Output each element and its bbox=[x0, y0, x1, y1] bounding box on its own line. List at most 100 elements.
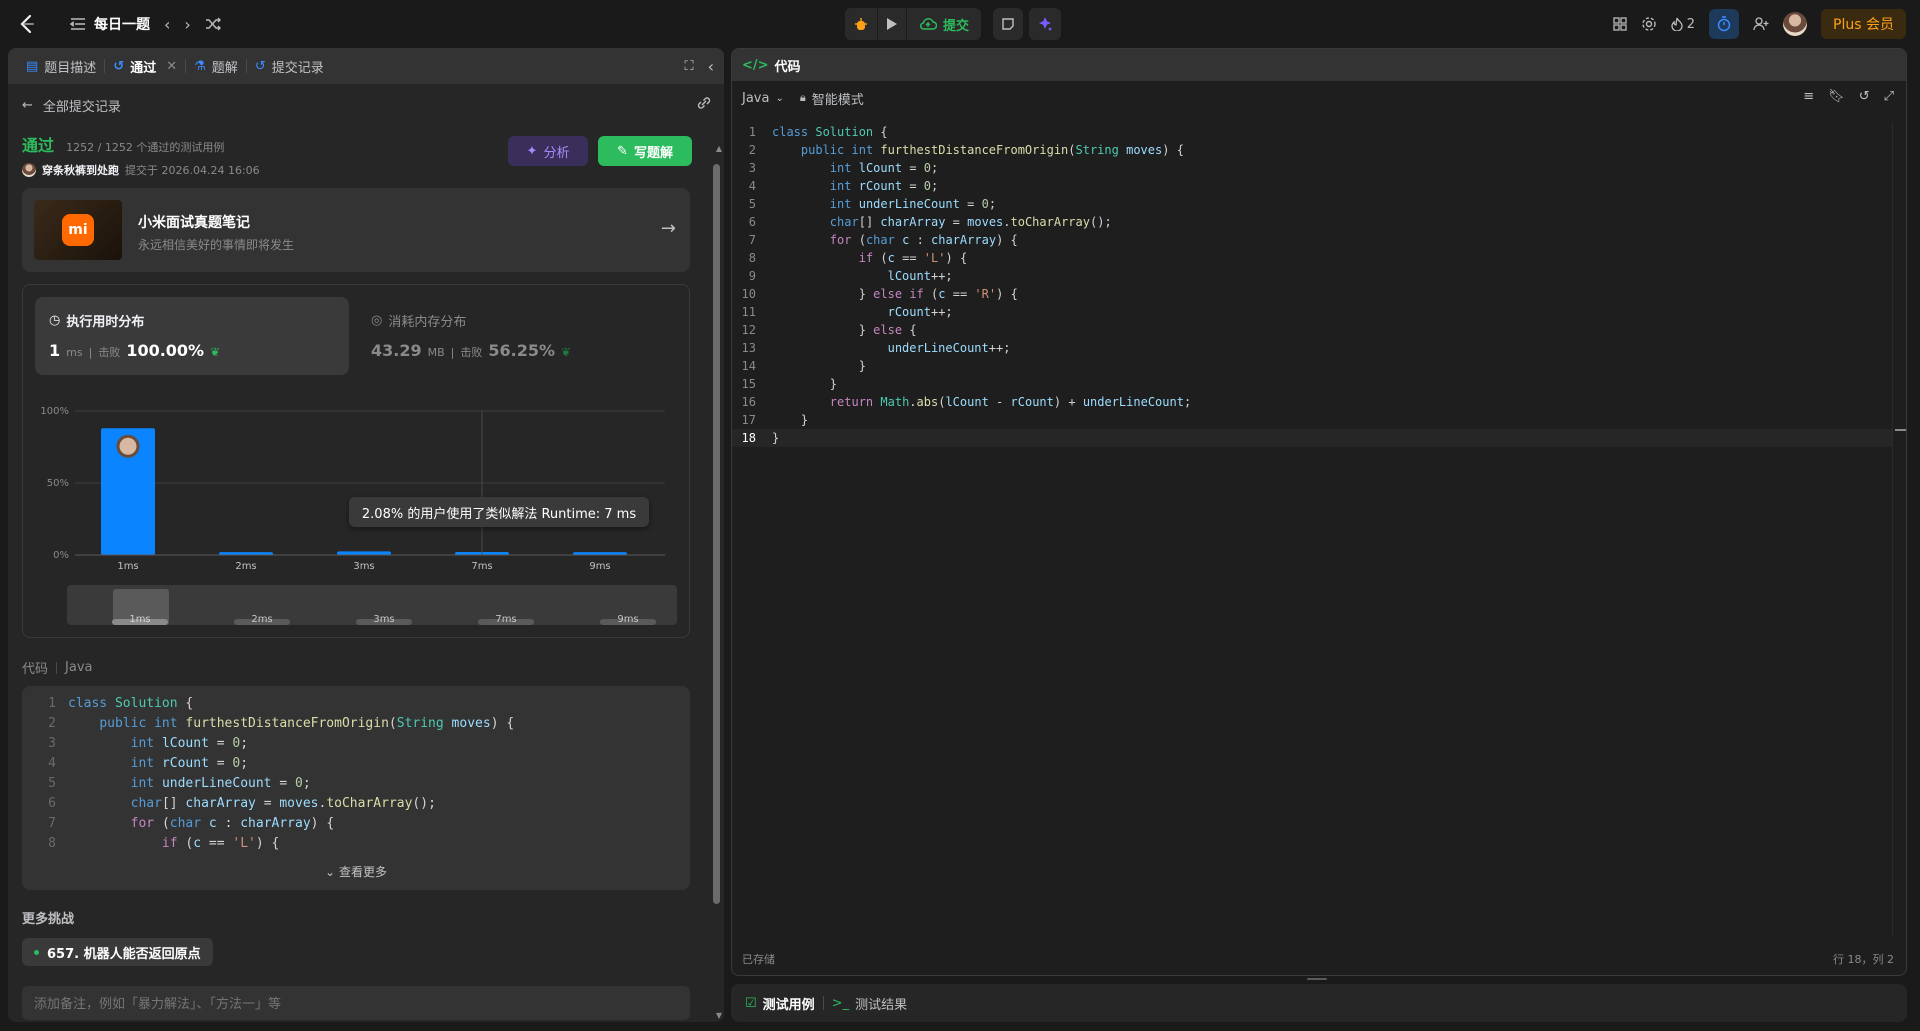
note-button[interactable] bbox=[993, 8, 1024, 40]
scrollbar[interactable] bbox=[713, 164, 720, 904]
runtime-stat[interactable]: ◷ 执行用时分布 1 ms | 击败 100.00% ❦ bbox=[35, 297, 349, 375]
challenge-chip[interactable]: 657. 机器人能否返回原点 bbox=[22, 938, 213, 966]
editor-line[interactable]: 4 int rCount = 0; bbox=[732, 177, 1892, 195]
editor-footer: 已存储 行 18，列 2 bbox=[742, 951, 1894, 967]
timer-icon[interactable] bbox=[1709, 9, 1740, 39]
editor-line[interactable]: 18} bbox=[732, 429, 1892, 447]
line-number: 5 bbox=[48, 776, 56, 791]
y-tick-label: 0% bbox=[53, 550, 69, 561]
memory-icon: ◎ bbox=[371, 313, 383, 328]
submitter-name[interactable]: 穿条秋裤到处跑 bbox=[42, 162, 119, 178]
memory-percentile: 56.25% bbox=[488, 341, 556, 360]
tab-submissions[interactable]: ↺ 提交记录 bbox=[247, 48, 332, 84]
code-text: if (c == 'L') { bbox=[161, 836, 280, 851]
close-tab-icon[interactable]: ✕ bbox=[166, 59, 177, 74]
tab-testcases[interactable]: ☑ 测试用例 bbox=[737, 984, 823, 1022]
code-editor[interactable]: 1 class Solution {2 public int furthestDi… bbox=[732, 123, 1892, 483]
submit-button[interactable]: 提交 bbox=[907, 8, 982, 40]
share-link-icon[interactable] bbox=[696, 96, 712, 110]
panel-resize-handle[interactable] bbox=[1307, 978, 1327, 980]
problem-list-icon[interactable] bbox=[70, 17, 86, 31]
settings-gear-icon[interactable] bbox=[1641, 16, 1657, 32]
promo-banner[interactable]: mi 小米面试真题笔记 永远相信美好的事情即将发生 → bbox=[22, 188, 690, 272]
problem-list-label[interactable]: 每日一题 bbox=[94, 14, 150, 34]
streak-fire-icon[interactable]: 2 bbox=[1671, 17, 1695, 32]
line-number: 13 bbox=[741, 341, 756, 355]
status-accepted: 通过 bbox=[22, 136, 55, 155]
editor-scrollbar[interactable] bbox=[1892, 123, 1906, 937]
line-number: 4 bbox=[748, 179, 756, 193]
expand-icon[interactable]: ⤢ bbox=[1884, 89, 1894, 104]
code-text: int underLineCount = 0; bbox=[130, 776, 311, 791]
tab-solutions[interactable]: ⚗ 题解 bbox=[186, 48, 246, 84]
beat-label: 击败 bbox=[98, 346, 121, 359]
bookmark-icon[interactable]: 🔖︎ bbox=[1828, 89, 1845, 104]
write-solution-button[interactable]: ✎ 写题解 bbox=[598, 136, 692, 166]
editor-line[interactable]: 15 } bbox=[732, 375, 1892, 393]
scroll-down-icon[interactable]: ▼ bbox=[716, 1011, 722, 1020]
test-panel: ☑ 测试用例 >_ 测试结果 bbox=[731, 984, 1907, 1022]
plus-membership-button[interactable]: Plus 会员 bbox=[1821, 9, 1906, 39]
editor-tab-label[interactable]: 代码 bbox=[775, 56, 801, 75]
analyze-button[interactable]: ✦ 分析 bbox=[508, 136, 588, 166]
line-number: 1 bbox=[748, 125, 756, 139]
run-button[interactable] bbox=[878, 8, 906, 40]
editor-line[interactable]: 7 for (char c : charArray) { bbox=[732, 231, 1892, 249]
editor-line[interactable]: 10 } else if (c == 'R') { bbox=[732, 285, 1892, 303]
back-to-submissions[interactable]: ← 全部提交记录 bbox=[22, 96, 121, 115]
code-line: 4 int rCount = 0; bbox=[22, 754, 690, 774]
editor-line[interactable]: 2 public int furthestDistanceFromOrigin(… bbox=[732, 141, 1892, 159]
xiaomi-logo-icon: mi bbox=[62, 214, 94, 246]
range-selector[interactable]: 1ms 2ms 3ms 7ms 9ms bbox=[67, 585, 677, 625]
x-tick-label: 7ms bbox=[471, 561, 492, 572]
tab-description[interactable]: ▤ 题目描述 bbox=[18, 48, 104, 84]
add-friend-icon[interactable] bbox=[1753, 17, 1769, 31]
editor-line[interactable]: 8 if (c == 'L') { bbox=[732, 249, 1892, 267]
memory-stat[interactable]: ◎ 消耗内存分布 43.29 MB | 击败 56.25% ❦ bbox=[357, 297, 671, 375]
tab-accepted-label: 通过 bbox=[130, 60, 157, 76]
editor-line[interactable]: 16 return Math.abs(lCount - rCount) + un… bbox=[732, 393, 1892, 411]
code-text: } bbox=[772, 431, 780, 445]
note-input[interactable] bbox=[22, 986, 690, 1020]
see-more-button[interactable]: ⌄ 查看更多 bbox=[22, 863, 690, 880]
saved-status: 已存储 bbox=[742, 953, 775, 966]
code-line: 7 for (char c : charArray) { bbox=[22, 814, 690, 834]
editor-line[interactable]: 12 } else { bbox=[732, 321, 1892, 339]
editor-line[interactable]: 1 class Solution { bbox=[732, 123, 1892, 141]
editor-line[interactable]: 5 int underLineCount = 0; bbox=[732, 195, 1892, 213]
ai-sparkle-button[interactable] bbox=[1029, 8, 1062, 40]
prev-problem-icon[interactable]: ‹ bbox=[164, 15, 170, 34]
format-icon[interactable]: ≡ bbox=[1803, 89, 1814, 104]
collapse-left-icon[interactable]: ‹ bbox=[708, 57, 714, 76]
editor-line[interactable]: 13 underLineCount++; bbox=[732, 339, 1892, 357]
reset-icon[interactable]: ↺ bbox=[1859, 89, 1870, 104]
editor-line[interactable]: 9 lCount++; bbox=[732, 267, 1892, 285]
line-number: 8 bbox=[748, 251, 756, 265]
layout-icon[interactable] bbox=[1613, 17, 1627, 31]
editor-line[interactable]: 14 } bbox=[732, 357, 1892, 375]
editor-line[interactable]: 3 int lCount = 0; bbox=[732, 159, 1892, 177]
left-tabbar: ▤ 题目描述 ↺ 通过 ✕ ⚗ 题解 ↺ 提交记录 ⛶ ‹ bbox=[8, 48, 724, 84]
scroll-up-icon[interactable]: ▲ bbox=[716, 144, 722, 153]
tab-test-results[interactable]: >_ 测试结果 bbox=[824, 984, 915, 1022]
next-problem-icon[interactable]: › bbox=[184, 15, 190, 34]
code-text: } bbox=[829, 377, 838, 391]
fullscreen-icon[interactable]: ⛶ bbox=[684, 59, 693, 74]
debug-button[interactable] bbox=[845, 8, 877, 40]
code-icon: </> bbox=[742, 57, 769, 73]
editor-line[interactable]: 6 char[] charArray = moves.toCharArray()… bbox=[732, 213, 1892, 231]
editor-actions: ≡ 🔖︎ ↺ ⤢ bbox=[1803, 89, 1894, 104]
smart-mode-toggle[interactable]: 🔒︎ 智能模式 bbox=[800, 89, 864, 108]
y-tick-label: 50% bbox=[47, 478, 69, 489]
language-select[interactable]: Java ⌄ bbox=[742, 91, 784, 106]
editor-line[interactable]: 11 rCount++; bbox=[732, 303, 1892, 321]
line-number: 7 bbox=[748, 233, 756, 247]
user-avatar[interactable] bbox=[1783, 12, 1808, 36]
tab-accepted[interactable]: ↺ 通过 ✕ bbox=[105, 48, 185, 84]
line-number: 15 bbox=[741, 377, 756, 391]
leetcode-logo-icon[interactable] bbox=[18, 14, 36, 34]
promo-title: 小米面试真题笔记 bbox=[138, 215, 250, 231]
left-panel: ▤ 题目描述 ↺ 通过 ✕ ⚗ 题解 ↺ 提交记录 ⛶ ‹ ← 全部提交记录 通… bbox=[8, 48, 724, 1022]
editor-line[interactable]: 17 } bbox=[732, 411, 1892, 429]
shuffle-icon[interactable] bbox=[205, 17, 221, 31]
